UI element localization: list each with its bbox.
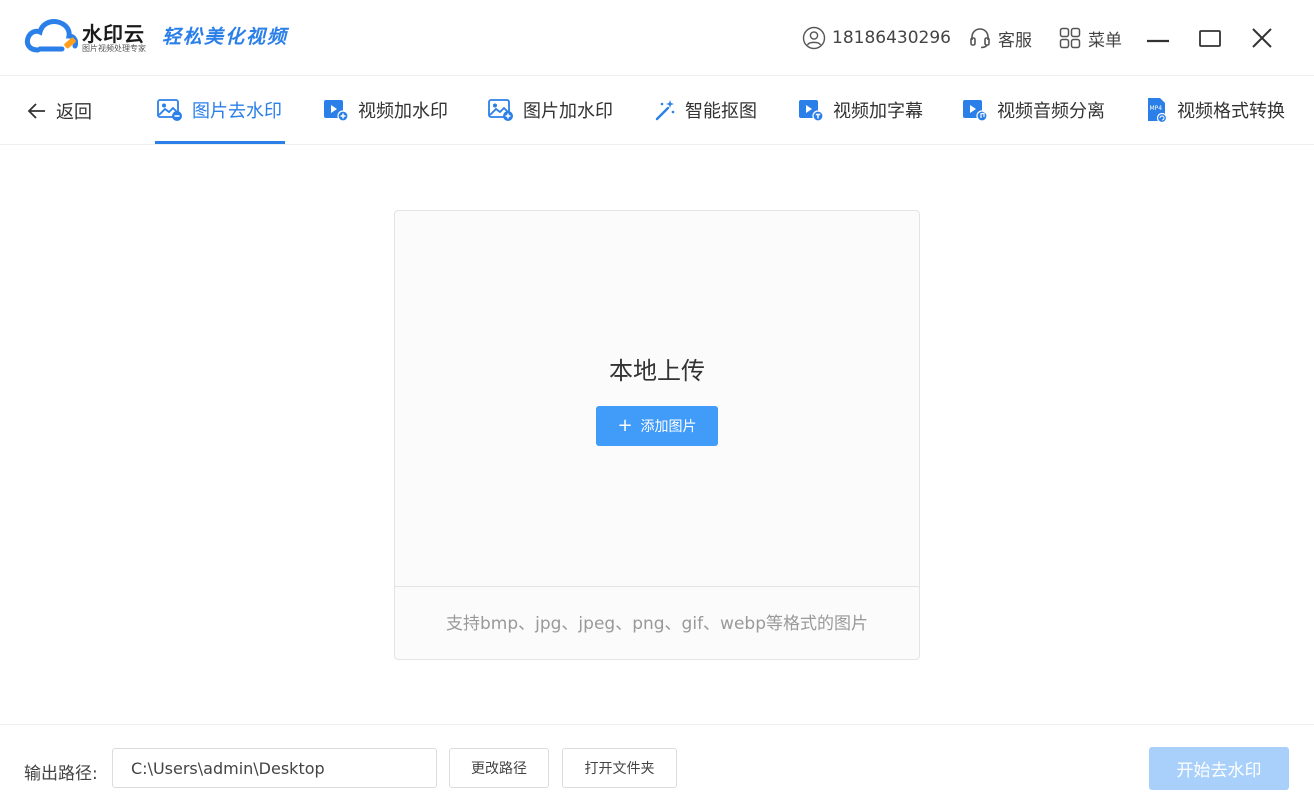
tab-video-audio-separation[interactable]: 视频音频分离: [962, 96, 1105, 124]
tab-label: 视频加水印: [358, 101, 448, 122]
tab-label: 智能抠图: [685, 101, 757, 122]
tab-label: 图片加水印: [523, 101, 613, 122]
start-remove-watermark-button[interactable]: 开始去水印: [1149, 747, 1289, 790]
active-tab-indicator: [155, 141, 285, 144]
title-bar: 水印云 图片视频处理专家 轻松美化视频 18186430296 客服 菜单: [0, 0, 1314, 76]
user-account[interactable]: 18186430296: [802, 22, 951, 54]
tab-image-remove-watermark[interactable]: 图片去水印: [157, 96, 282, 124]
image-add-icon: [488, 99, 513, 121]
upload-card: 本地上传 + 添加图片 支持bmp、jpg、jpeg、png、gif、webp等…: [394, 210, 920, 660]
headset-icon: [970, 28, 990, 49]
close-icon: [1252, 28, 1272, 48]
tab-label: 视频格式转换: [1177, 101, 1285, 122]
video-audio-icon: [963, 100, 988, 122]
add-image-label: 添加图片: [640, 419, 697, 435]
app-subtitle: 图片视频处理专家: [82, 44, 146, 53]
output-path-label: 输出路径:: [24, 764, 98, 784]
customer-service-button[interactable]: 客服: [968, 22, 1032, 54]
image-remove-icon: [157, 99, 182, 121]
back-button[interactable]: 返回: [26, 98, 92, 124]
open-folder-button[interactable]: 打开文件夹: [562, 748, 677, 788]
tab-image-add-watermark[interactable]: 图片加水印: [488, 96, 613, 124]
feature-tab-bar: 返回 图片去水印 视频加水印 图片加水印 智能抠图 视频加字幕 视频音频分离 M…: [0, 76, 1314, 145]
tab-label: 视频加字幕: [833, 101, 923, 122]
tab-video-add-watermark[interactable]: 视频加水印: [323, 96, 448, 124]
close-button[interactable]: [1246, 22, 1278, 54]
arrow-left-icon: [27, 103, 45, 119]
tab-label: 视频音频分离: [997, 101, 1105, 122]
service-label: 客服: [998, 30, 1032, 51]
cloud-logo-icon: [24, 19, 78, 53]
add-image-button[interactable]: + 添加图片: [596, 406, 718, 446]
tab-smart-cutout[interactable]: 智能抠图: [654, 96, 757, 124]
tab-label: 图片去水印: [192, 101, 282, 122]
plus-icon: +: [617, 415, 633, 436]
video-subtitle-icon: [799, 100, 824, 122]
app-slogan: 轻松美化视频: [162, 26, 289, 48]
tab-video-format-convert[interactable]: MP4 视频格式转换: [1146, 96, 1285, 124]
back-label: 返回: [56, 102, 92, 123]
app-logo: 水印云 图片视频处理专家: [24, 14, 152, 58]
upload-drop-area[interactable]: 本地上传 + 添加图片: [395, 211, 919, 587]
output-path-input[interactable]: [112, 748, 437, 788]
upload-title: 本地上传: [609, 357, 705, 385]
phone-number: 18186430296: [832, 28, 951, 48]
video-add-icon: [324, 100, 349, 122]
menu-label: 菜单: [1088, 30, 1122, 51]
footer-bar: 输出路径: 更改路径 打开文件夹 开始去水印: [0, 724, 1314, 810]
change-path-button[interactable]: 更改路径: [449, 748, 549, 788]
magic-wand-icon: [655, 100, 675, 121]
maximize-icon: [1199, 30, 1221, 47]
menu-button[interactable]: 菜单: [1058, 22, 1122, 54]
grid-menu-icon: [1059, 27, 1081, 49]
mp4-convert-icon: MP4: [1148, 98, 1168, 123]
minimize-icon: [1147, 39, 1169, 43]
user-icon: [802, 26, 826, 50]
supported-formats-hint: 支持bmp、jpg、jpeg、png、gif、webp等格式的图片: [445, 614, 868, 634]
maximize-button[interactable]: [1194, 22, 1226, 54]
tab-video-subtitle[interactable]: 视频加字幕: [798, 96, 923, 124]
svg-text:MP4: MP4: [1150, 105, 1163, 112]
minimize-button[interactable]: [1142, 22, 1174, 54]
